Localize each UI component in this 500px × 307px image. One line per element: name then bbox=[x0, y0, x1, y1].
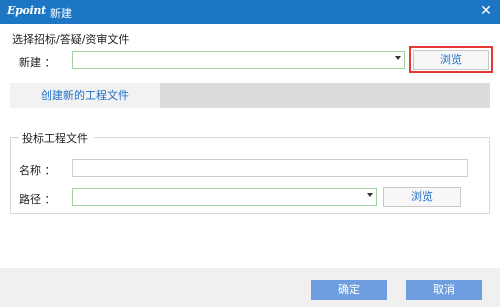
new-label: 新建 ： bbox=[19, 56, 56, 69]
cancel-button[interactable]: 取消 bbox=[406, 280, 482, 300]
title-bar: Epoint 新建 ✕ bbox=[0, 0, 500, 24]
tab-strip: 创建新的工程文件 bbox=[10, 83, 490, 108]
bid-project-group-title: 投标工程文件 bbox=[20, 130, 90, 146]
path-label: 路径 ： bbox=[19, 193, 56, 206]
browse-button-highlight bbox=[409, 46, 493, 73]
select-file-section-title: 选择招标/答疑/资审文件 bbox=[12, 33, 130, 46]
footer-bar: 确定 取消 bbox=[0, 268, 500, 307]
app-logo: Epoint bbox=[7, 4, 46, 17]
close-icon[interactable]: ✕ bbox=[479, 2, 493, 20]
path-browse-button[interactable]: 浏览 bbox=[383, 187, 461, 207]
name-label: 名称 ： bbox=[19, 164, 56, 177]
window-title: 新建 bbox=[50, 7, 72, 20]
dropdown-arrow-icon[interactable] bbox=[395, 56, 401, 60]
dropdown-arrow-icon[interactable] bbox=[367, 193, 373, 197]
name-input[interactable] bbox=[72, 159, 468, 177]
new-file-combobox[interactable] bbox=[72, 51, 405, 69]
path-combobox[interactable] bbox=[72, 188, 377, 206]
ok-button[interactable]: 确定 bbox=[311, 280, 387, 300]
tab-create-new-project[interactable]: 创建新的工程文件 bbox=[10, 83, 160, 108]
